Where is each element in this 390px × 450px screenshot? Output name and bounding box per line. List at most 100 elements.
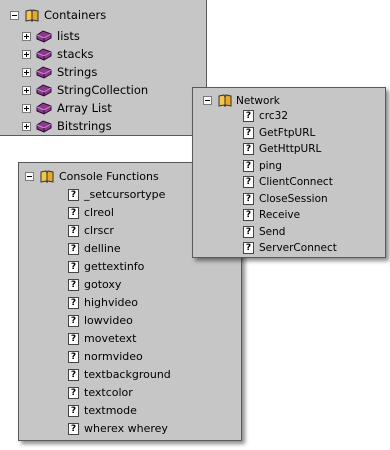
question-mark-icon: ? bbox=[68, 386, 79, 399]
expand-toggle-icon[interactable] bbox=[22, 49, 31, 59]
question-mark-icon: ? bbox=[68, 314, 79, 327]
tree-item-lowvideo[interactable]: ? lowvideo bbox=[68, 314, 133, 327]
book-folder-icon bbox=[25, 8, 39, 22]
tree-item-label: _setcursortype bbox=[84, 188, 166, 201]
tree-item-send[interactable]: ? Send bbox=[243, 225, 286, 238]
tree-item-label: GetHttpURL bbox=[259, 143, 322, 155]
tree-item-serverconnect[interactable]: ? ServerConnect bbox=[243, 242, 337, 254]
question-mark-icon: ? bbox=[68, 188, 79, 201]
tree-item-crc32[interactable]: ? crc32 bbox=[243, 110, 288, 122]
question-mark-icon: ? bbox=[68, 404, 79, 417]
containers-title: Containers bbox=[44, 8, 107, 22]
tree-item-label: clreol bbox=[84, 206, 114, 219]
expand-toggle-icon[interactable] bbox=[22, 85, 31, 95]
purple-gem-icon bbox=[36, 47, 52, 61]
tree-item-clrscr[interactable]: ? clrscr bbox=[68, 224, 114, 237]
question-mark-icon: ? bbox=[243, 192, 254, 205]
question-mark-icon: ? bbox=[68, 242, 79, 255]
tree-item-label: Bitstrings bbox=[57, 119, 112, 133]
purple-gem-icon bbox=[36, 29, 52, 43]
tree-item-label: ServerConnect bbox=[259, 242, 337, 254]
tree-item-label: StringCollection bbox=[57, 83, 149, 97]
tree-item-closesession[interactable]: ? CloseSession bbox=[243, 192, 328, 205]
tree-item-label: gotoxy bbox=[84, 278, 122, 291]
tree-item-label: gettextinfo bbox=[84, 260, 145, 273]
purple-gem-icon bbox=[36, 101, 52, 115]
tree-item-label: movetext bbox=[84, 332, 137, 345]
tree-item-bitstrings[interactable]: Bitstrings bbox=[22, 119, 112, 133]
tree-item-lists[interactable]: lists bbox=[22, 29, 80, 43]
tree-item-label: Receive bbox=[259, 209, 301, 221]
network-panel: Network ? crc32? GetFtpURL? GetHttpURL? ping… bbox=[192, 87, 386, 258]
question-mark-icon: ? bbox=[68, 368, 79, 381]
containers-panel: Containers lists stacks Strings StringColle… bbox=[0, 0, 207, 136]
question-mark-icon: ? bbox=[68, 278, 79, 291]
question-mark-icon: ? bbox=[68, 296, 79, 309]
question-mark-icon: ? bbox=[68, 206, 79, 219]
tree-item-setcursortype[interactable]: ? _setcursortype bbox=[68, 188, 165, 201]
tree-item-normvideo[interactable]: ? normvideo bbox=[68, 350, 143, 363]
question-mark-icon: ? bbox=[68, 422, 79, 435]
tree-item-clreol[interactable]: ? clreol bbox=[68, 206, 114, 219]
collapse-toggle-icon[interactable] bbox=[25, 172, 34, 181]
collapse-toggle-icon[interactable] bbox=[10, 10, 19, 20]
question-mark-icon: ? bbox=[243, 159, 254, 172]
tree-item-label: Array List bbox=[57, 101, 112, 115]
tree-item-label: wherex wherey bbox=[84, 422, 168, 435]
question-mark-icon: ? bbox=[68, 260, 79, 273]
tree-item-textmode[interactable]: ? textmode bbox=[68, 404, 137, 417]
question-mark-icon: ? bbox=[243, 143, 254, 155]
question-mark-icon: ? bbox=[243, 209, 254, 221]
tree-item-label: clrscr bbox=[84, 224, 114, 237]
containers-root-node[interactable]: Containers bbox=[10, 8, 106, 22]
collapse-toggle-icon[interactable] bbox=[203, 96, 212, 105]
tree-item-label: textcolor bbox=[84, 386, 133, 399]
tree-item-gethttpurl[interactable]: ? GetHttpURL bbox=[243, 143, 321, 155]
purple-gem-icon bbox=[36, 65, 52, 79]
tree-item-textbackground[interactable]: ? textbackground bbox=[68, 368, 171, 381]
tree-item-ping[interactable]: ? ping bbox=[243, 159, 282, 172]
question-mark-icon: ? bbox=[243, 176, 254, 188]
tree-item-label: Send bbox=[259, 225, 286, 238]
tree-item-label: Strings bbox=[57, 65, 98, 79]
tree-item-label: lowvideo bbox=[84, 314, 133, 327]
console-functions-root-node[interactable]: Console Functions bbox=[25, 170, 159, 183]
question-mark-icon: ? bbox=[68, 350, 79, 363]
tree-item-highvideo[interactable]: ? highvideo bbox=[68, 296, 138, 309]
tree-item-receive[interactable]: ? Receive bbox=[243, 209, 300, 221]
tree-item-label: textmode bbox=[84, 404, 137, 417]
tree-item-label: textbackground bbox=[84, 368, 171, 381]
tree-item-stacks[interactable]: stacks bbox=[22, 47, 94, 61]
purple-gem-icon bbox=[36, 119, 52, 133]
tree-item-label: highvideo bbox=[84, 296, 139, 309]
question-mark-icon: ? bbox=[243, 110, 254, 122]
network-root-node[interactable]: Network bbox=[203, 94, 280, 107]
expand-toggle-icon[interactable] bbox=[22, 31, 31, 41]
tree-item-gotoxy[interactable]: ? gotoxy bbox=[68, 278, 121, 291]
tree-item-delline[interactable]: ? delline bbox=[68, 242, 121, 255]
tree-item-wherex-wherey[interactable]: ? wherex wherey bbox=[68, 422, 168, 435]
tree-item-clientconnect[interactable]: ? ClientConnect bbox=[243, 176, 333, 188]
expand-toggle-icon[interactable] bbox=[22, 67, 31, 77]
tree-item-array-list[interactable]: Array List bbox=[22, 101, 112, 115]
question-mark-icon: ? bbox=[243, 225, 254, 238]
network-title: Network bbox=[236, 94, 280, 107]
tree-item-label: ping bbox=[259, 159, 282, 172]
purple-gem-icon bbox=[36, 83, 52, 97]
tree-item-textcolor[interactable]: ? textcolor bbox=[68, 386, 133, 399]
tree-item-label: stacks bbox=[57, 47, 94, 61]
tree-item-label: lists bbox=[57, 29, 80, 43]
tree-item-movetext[interactable]: ? movetext bbox=[68, 332, 136, 345]
book-folder-icon bbox=[218, 94, 232, 107]
tree-item-gettextinfo[interactable]: ? gettextinfo bbox=[68, 260, 144, 273]
tree-item-label: crc32 bbox=[259, 110, 288, 122]
tree-item-strings[interactable]: Strings bbox=[22, 65, 97, 79]
tree-item-label: CloseSession bbox=[259, 192, 328, 205]
console-functions-title: Console Functions bbox=[59, 170, 159, 183]
expand-toggle-icon[interactable] bbox=[22, 121, 31, 131]
question-mark-icon: ? bbox=[68, 332, 79, 345]
tree-item-label: GetFtpURL bbox=[259, 126, 316, 139]
tree-item-getftpurl[interactable]: ? GetFtpURL bbox=[243, 126, 316, 139]
tree-item-stringcollection[interactable]: StringCollection bbox=[22, 83, 148, 97]
expand-toggle-icon[interactable] bbox=[22, 103, 31, 113]
